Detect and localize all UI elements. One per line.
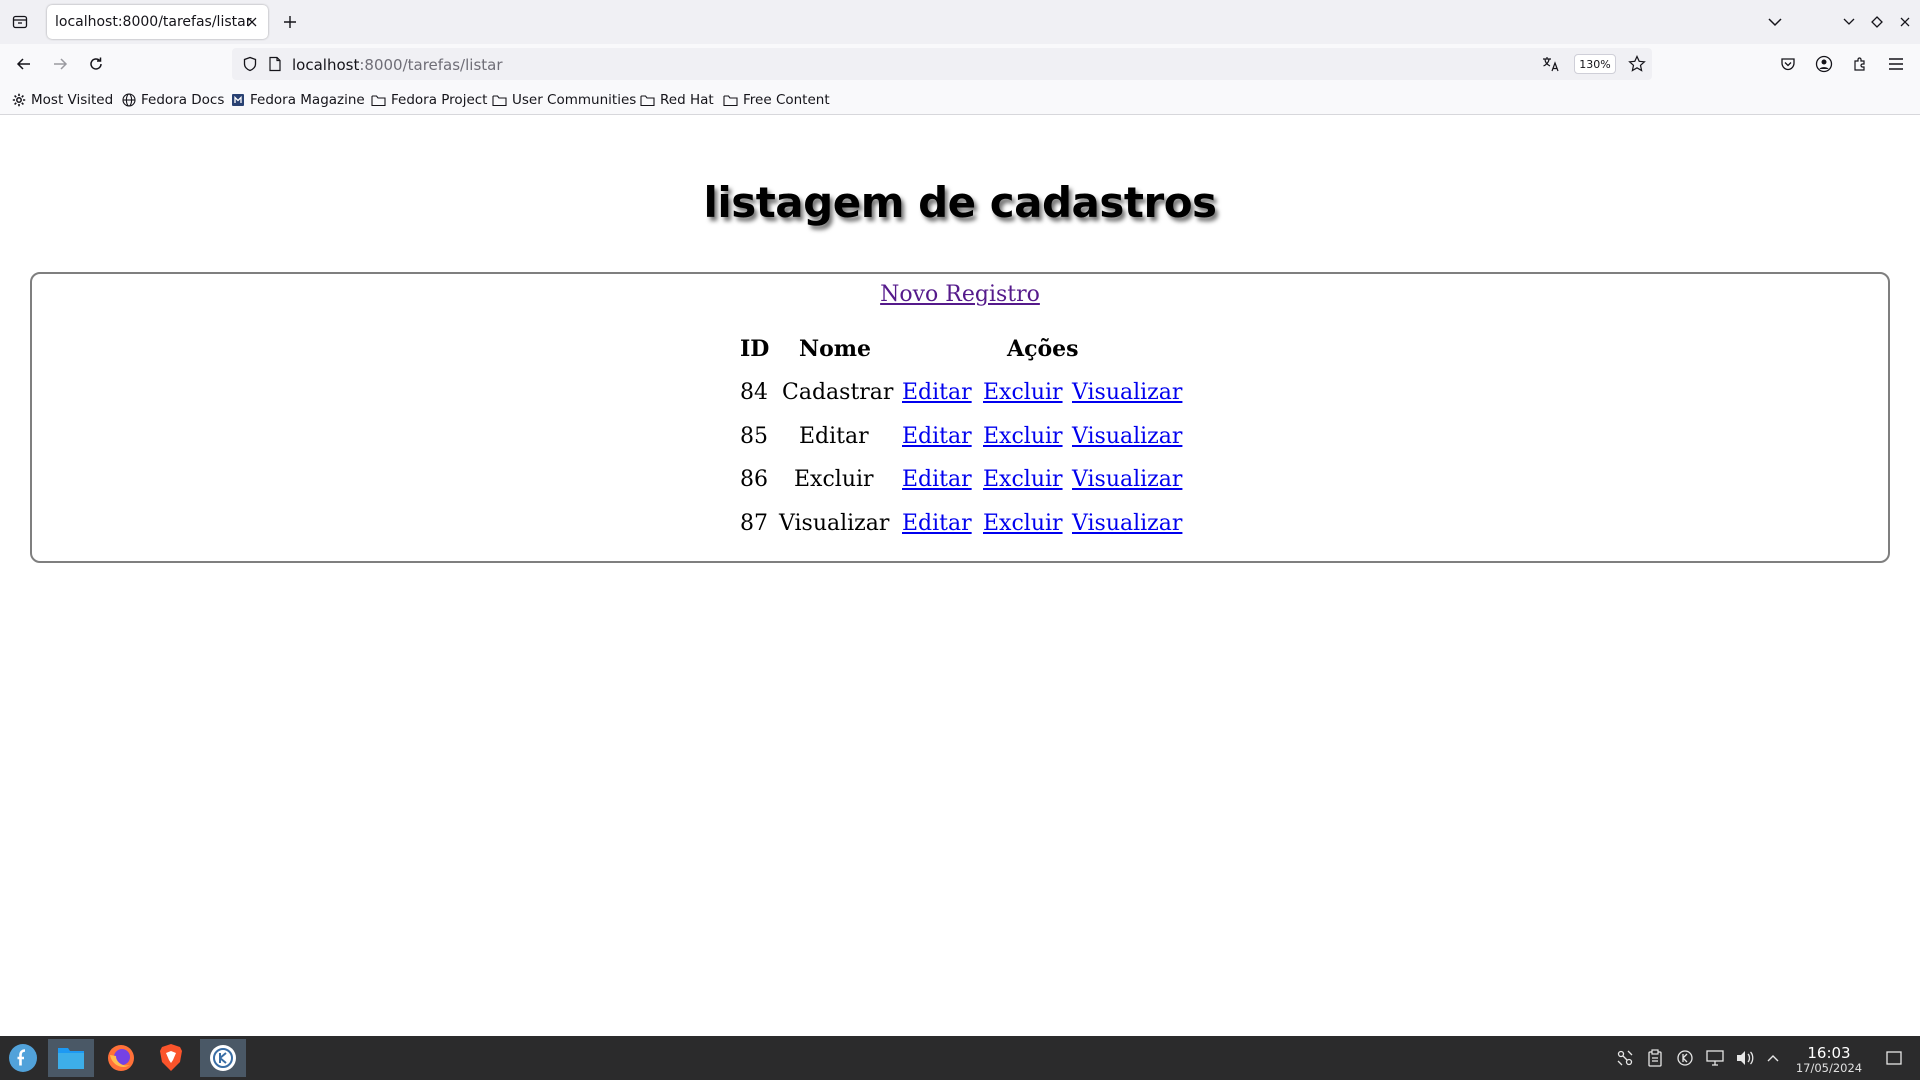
tray-expand-chevron-icon[interactable] [1763,1048,1783,1068]
cell-nome: Excluir [794,467,874,492]
bookmark-most-visited[interactable]: Most Visited [12,90,113,110]
minimize-icon[interactable] [1839,12,1859,32]
browser-nav-bar: localhost:8000/tarefas/listar 130% [0,44,1920,84]
new-record-link[interactable]: Novo Registro [880,282,1040,307]
cell-nome: Visualizar [779,511,890,536]
close-tab-icon[interactable] [244,14,260,30]
folder-icon [640,94,655,106]
maximize-icon[interactable] [1867,12,1887,32]
new-record-container: Novo Registro [32,282,1888,307]
page-title: listagem de cadastros [703,178,1217,227]
bookmark-fedora-magazine[interactable]: Fedora Magazine [231,90,365,110]
extensions-icon[interactable] [1848,52,1872,76]
list-all-tabs-icon[interactable] [8,10,32,34]
globe-icon [122,93,136,107]
new-tab-icon[interactable] [279,11,301,33]
tracking-protection-shield-icon[interactable] [242,56,258,76]
cell-id: 87 [740,511,768,536]
edit-link[interactable]: Editar [902,467,972,492]
delete-link[interactable]: Excluir [983,467,1063,492]
account-icon[interactable] [1812,52,1836,76]
address-bar[interactable]: localhost:8000/tarefas/listar 130% [232,48,1652,80]
volume-icon[interactable] [1735,1048,1755,1068]
firefox-icon[interactable] [98,1039,144,1077]
url-host: localhost [292,56,360,74]
bookmark-fedora-docs[interactable]: Fedora Docs [122,90,224,110]
show-desktop-icon[interactable] [1884,1048,1904,1068]
cell-nome: Editar [799,424,869,449]
bookmark-label: Fedora Project [391,92,488,108]
bookmark-label: Fedora Magazine [250,92,365,108]
folder-icon [492,94,507,106]
clock-date: 17/05/2024 [1795,1061,1863,1075]
zoom-level-badge[interactable]: 130% [1574,54,1616,74]
bookmark-label: User Communities [512,92,637,108]
edit-link[interactable]: Editar [902,380,972,405]
browser-tab[interactable]: localhost:8000/tarefas/listar [47,5,268,39]
back-arrow-icon[interactable] [12,52,36,76]
view-link[interactable]: Visualizar [1072,380,1182,405]
fedora-start-icon[interactable] [0,1039,46,1077]
delete-link[interactable]: Excluir [983,511,1063,536]
network-settings-icon[interactable] [1615,1048,1635,1068]
cell-id: 85 [740,424,768,449]
bookmark-fedora-project[interactable]: Fedora Project [371,90,487,110]
forward-arrow-icon[interactable] [48,52,72,76]
bookmark-label: Fedora Docs [141,92,225,108]
pocket-icon[interactable] [1776,52,1800,76]
delete-link[interactable]: Excluir [983,380,1063,405]
url-text: localhost:8000/tarefas/listar [292,56,503,74]
bookmark-user-communities[interactable]: User Communities [492,90,636,110]
bookmark-red-hat[interactable]: Red Hat [640,90,714,110]
fedora-magazine-icon [232,94,244,106]
file-manager-icon[interactable] [48,1039,94,1077]
view-link[interactable]: Visualizar [1072,511,1182,536]
bookmark-free-content[interactable]: Free Content [723,90,830,110]
delete-link[interactable]: Excluir [983,424,1063,449]
header-acoes: Ações [1007,336,1079,362]
view-link[interactable]: Visualizar [1072,467,1182,492]
clock[interactable]: 16:03 17/05/2024 [1790,1045,1868,1075]
browser-tab-bar: localhost:8000/tarefas/listar [0,0,1920,44]
translate-icon[interactable] [1542,56,1560,76]
system-taskbar: 16:03 17/05/2024 [0,1036,1920,1080]
screen: localhost:8000/tarefas/listar localhost:… [0,0,1920,1080]
bookmark-label: Most Visited [31,92,114,108]
kde-connect-tray-icon[interactable] [1675,1048,1695,1068]
cell-nome: Cadastrar [782,380,894,405]
hamburger-menu-icon[interactable] [1884,52,1908,76]
cell-id: 84 [740,380,768,405]
brave-icon[interactable] [148,1039,194,1077]
gear-icon [12,93,26,107]
url-path: :8000/tarefas/listar [359,56,503,74]
page-info-icon[interactable] [268,56,282,76]
tab-list-chevron-icon[interactable] [1765,12,1785,32]
tab-title: localhost:8000/tarefas/listar [55,14,252,30]
close-window-icon[interactable] [1895,12,1915,32]
view-link[interactable]: Visualizar [1072,424,1182,449]
display-network-icon[interactable] [1705,1048,1725,1068]
clipboard-icon[interactable] [1645,1048,1665,1068]
header-nome: Nome [799,336,872,362]
kde-connect-icon[interactable] [200,1039,246,1077]
edit-link[interactable]: Editar [902,424,972,449]
folder-icon [723,94,738,106]
edit-link[interactable]: Editar [902,511,972,536]
reload-icon[interactable] [84,52,108,76]
header-id: ID [740,336,770,362]
bookmark-label: Red Hat [660,92,714,108]
bookmark-label: Free Content [743,92,830,108]
cell-id: 86 [740,467,768,492]
bookmark-star-icon[interactable] [1628,55,1646,77]
clock-time: 16:03 [1807,1044,1851,1062]
bookmarks-toolbar: Most Visited Fedora Docs Fedora Magazine… [0,84,1920,115]
folder-icon [371,94,386,106]
